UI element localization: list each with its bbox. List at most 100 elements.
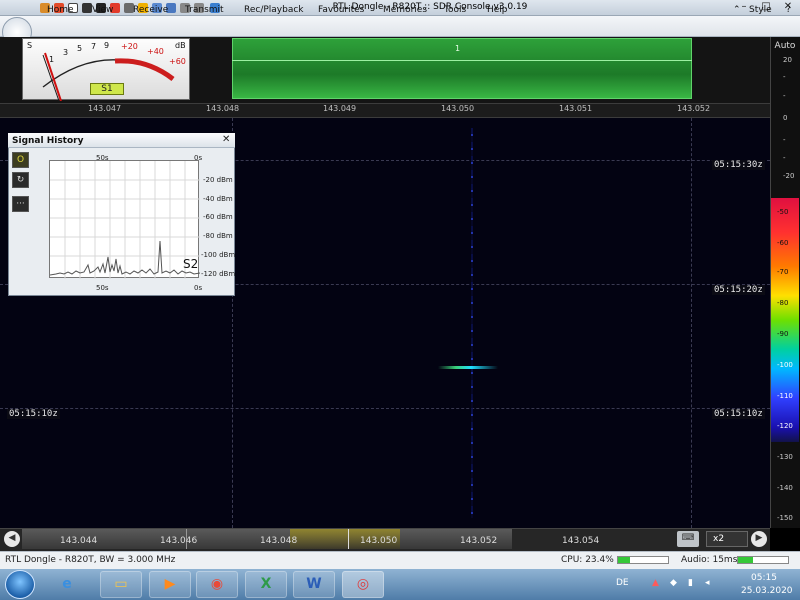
freq-label: 143.047 [88, 104, 122, 113]
clock-time[interactable]: 05:15 [751, 573, 777, 583]
level-tick: - [783, 154, 786, 162]
level-tick: -20 [783, 172, 795, 180]
more-options-button[interactable]: ··· [12, 196, 29, 212]
timestamp-label: 05:15:30z [712, 160, 765, 170]
cpu-meter-fill [618, 557, 630, 563]
auto-button[interactable]: Auto [772, 41, 798, 51]
signal-band-line [232, 60, 692, 61]
speaker-icon[interactable]: ◂ [705, 578, 710, 588]
history-db-label: -120 dBm [201, 270, 236, 278]
menu-transmit[interactable]: Transmit [185, 5, 224, 15]
s-scale-5: 5 [77, 44, 83, 53]
audio-meter-fill [738, 557, 753, 563]
s-scale-40: +40 [147, 47, 164, 56]
color-scale-label: -100 [777, 361, 793, 369]
level-tick: 20 [783, 56, 792, 64]
audio-meter [737, 556, 789, 564]
history-time-label: 50s [96, 154, 109, 162]
menu-home[interactable]: Home [47, 5, 74, 15]
menu-help[interactable]: Help [487, 5, 508, 15]
timestamp-label: 05:15:10z [712, 409, 765, 419]
tray-icon[interactable]: ▮ [688, 578, 693, 588]
level-tick: - [783, 136, 786, 144]
color-scale-label: -70 [777, 268, 789, 276]
word-icon: W [306, 576, 322, 592]
scroll-left-button[interactable]: ◀ [4, 531, 20, 547]
language-indicator[interactable]: DE [616, 578, 629, 588]
color-scale-label: -80 [777, 299, 789, 307]
history-time-label: 0s [194, 154, 203, 162]
start-button[interactable] [5, 570, 35, 599]
overview-marker [348, 529, 349, 549]
color-scale-label: -90 [777, 330, 789, 338]
cpu-status: CPU: 23.4% [561, 555, 614, 565]
overview-freq-label: 143.048 [260, 536, 298, 546]
internet-explorer-icon[interactable]: e [56, 574, 78, 595]
color-scale-label: -150 [777, 514, 793, 522]
signal-trace [471, 128, 473, 518]
tray-icon[interactable]: ◆ [670, 578, 677, 588]
menu-rec-playback[interactable]: Rec/Playback [244, 5, 304, 15]
s-scale-1: 1 [49, 55, 55, 64]
menu-memories[interactable]: Memories [383, 5, 427, 15]
s-scale-3: 3 [63, 48, 69, 57]
s-scale-7: 7 [91, 42, 97, 51]
level-tick: - [783, 92, 786, 100]
history-db-label: -20 dBm [203, 176, 233, 184]
help-icon[interactable]: ? [786, 5, 791, 15]
zoom-select[interactable]: x2 [706, 531, 748, 547]
style-menu[interactable]: Style [749, 5, 772, 15]
color-scale-label: -60 [777, 239, 789, 247]
history-db-label: -40 dBm [203, 195, 233, 203]
sdr-console-icon: ◎ [356, 576, 370, 592]
s-scale-9: 9 [104, 41, 110, 50]
color-scale-label: -110 [777, 392, 793, 400]
keyboard-icon[interactable]: ⌨ [677, 531, 699, 547]
overview-freq-label: 143.052 [460, 536, 498, 546]
freq-label: 143.049 [323, 104, 357, 113]
band-edge-line [691, 118, 692, 528]
freq-label: 143.051 [559, 104, 593, 113]
excel-icon: X [260, 576, 272, 592]
style-scroll-icon[interactable]: ⌃ [733, 5, 741, 15]
color-scale-label: -120 [777, 422, 793, 430]
record-history-button[interactable]: O [12, 152, 29, 168]
freq-label: 143.048 [206, 104, 240, 113]
clock-date[interactable]: 25.03.2020 [741, 586, 793, 596]
timestamp-label: 05:15:10z [7, 409, 60, 419]
menu-bar [0, 16, 800, 37]
level-tick: 0 [783, 114, 788, 122]
time-gridline [0, 408, 770, 409]
s-label: S [27, 41, 33, 50]
refresh-icon[interactable]: ↻ [12, 172, 29, 188]
color-scale-label: -130 [777, 453, 793, 461]
s-meter-reading: S1 [90, 83, 124, 95]
menu-favourites[interactable]: Favourites [318, 5, 364, 15]
signal-history-title: Signal History [12, 136, 84, 146]
signal-band[interactable] [232, 38, 692, 99]
overview-freq-label: 143.050 [360, 536, 398, 546]
color-scale-bar[interactable] [771, 198, 799, 442]
close-icon[interactable]: ✕ [222, 134, 230, 145]
s-scale-20: +20 [121, 42, 138, 51]
menu-tools[interactable]: Tools [444, 5, 466, 15]
media-player-icon: ▶ [164, 576, 176, 592]
color-scale-label: -50 [777, 208, 789, 216]
history-s-reading: S2 [183, 257, 199, 271]
history-time-label: 50s [96, 284, 109, 292]
history-db-label: -100 dBm [201, 251, 236, 259]
history-time-label: 0s [194, 284, 203, 292]
level-tick: - [783, 73, 786, 81]
menu-view[interactable]: View [92, 5, 113, 15]
pause-icon[interactable] [82, 3, 92, 13]
color-scale-label: -140 [777, 484, 793, 492]
menu-receive[interactable]: Receive [133, 5, 168, 15]
history-db-label: -60 dBm [203, 213, 233, 221]
overview-freq-label: 143.046 [160, 536, 198, 546]
timestamp-label: 05:15:20z [712, 285, 765, 295]
scroll-right-button[interactable]: ▶ [751, 531, 767, 547]
freq-label: 143.052 [677, 104, 711, 113]
cpu-meter [617, 556, 669, 564]
tray-icon[interactable]: ▲ [652, 578, 659, 588]
s-scale-60: +60 [169, 57, 186, 66]
